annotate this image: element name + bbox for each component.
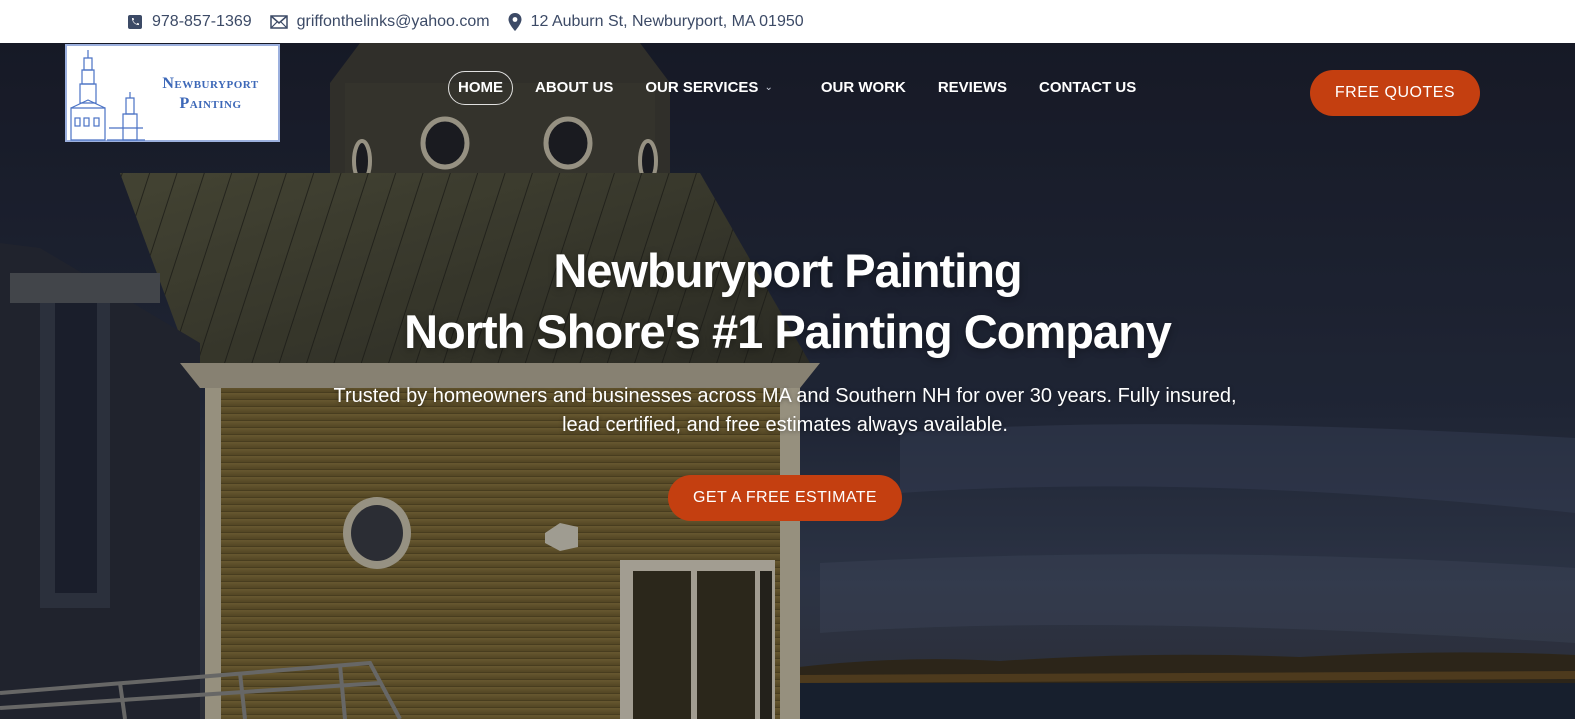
main-nav: HOME ABOUT US OUR SERVICES ⌄ OUR WORK REV…	[448, 71, 1158, 105]
free-estimate-button[interactable]: GET A FREE ESTIMATE	[668, 475, 902, 521]
site-logo[interactable]: Newburyport Painting	[65, 44, 280, 142]
hero-subtitle: Trusted by homeowners and businesses acr…	[333, 385, 1237, 436]
nav-our-services-label: OUR SERVICES	[645, 79, 759, 96]
street-address: 12 Auburn St, Newburyport, MA 01950	[530, 12, 804, 30]
contact-bar: 978-857-1369 griffonthelinks@yahoo.com 1…	[0, 0, 1575, 43]
nav-contact-us-label: CONTACT US	[1039, 79, 1137, 96]
phone-link[interactable]: 978-857-1369	[127, 13, 252, 31]
phone-number: 978-857-1369	[152, 12, 252, 30]
hero-title-line-2: North Shore's #1 Painting Company	[404, 305, 1172, 358]
nav-our-services[interactable]: OUR SERVICES ⌄	[635, 71, 782, 105]
nav-contact-us[interactable]: CONTACT US	[1029, 71, 1146, 105]
hero-title: Newburyport Painting North Shore's #1 Pa…	[0, 240, 1575, 362]
chevron-down-icon: ⌄	[764, 82, 773, 93]
envelope-icon	[269, 14, 288, 29]
nav-about-us-label: ABOUT US	[535, 79, 614, 96]
location-pin-icon	[508, 12, 522, 31]
free-quotes-label: FREE QUOTES	[1334, 84, 1456, 101]
hero-title-line-1: Newburyport Painting	[553, 244, 1022, 297]
email-link[interactable]: griffonthelinks@yahoo.com	[269, 12, 490, 31]
phone-icon	[128, 14, 142, 29]
free-estimate-label: GET A FREE ESTIMATE	[693, 489, 877, 506]
hero-background-image	[0, 43, 1575, 719]
nav-home[interactable]: HOME	[448, 71, 513, 105]
nav-reviews[interactable]: REVIEWS	[928, 71, 1017, 105]
church-steeple-icon	[70, 50, 145, 141]
nav-home-label: HOME	[458, 79, 503, 96]
hero-section	[0, 43, 1575, 719]
nav-our-work-label: OUR WORK	[820, 79, 906, 96]
logo-line-1: Newburyport	[162, 75, 259, 92]
logo-line-2: Painting	[179, 95, 242, 112]
free-quotes-button[interactable]: FREE QUOTES	[1310, 70, 1480, 116]
logo-wordmark: Newburyport Painting	[143, 74, 278, 114]
nav-about-us[interactable]: ABOUT US	[525, 71, 623, 105]
email-address: griffonthelinks@yahoo.com	[296, 12, 490, 30]
nav-reviews-label: REVIEWS	[937, 79, 1008, 96]
address-link[interactable]: 12 Auburn St, Newburyport, MA 01950	[508, 12, 804, 31]
nav-our-work[interactable]: OUR WORK	[811, 71, 916, 105]
